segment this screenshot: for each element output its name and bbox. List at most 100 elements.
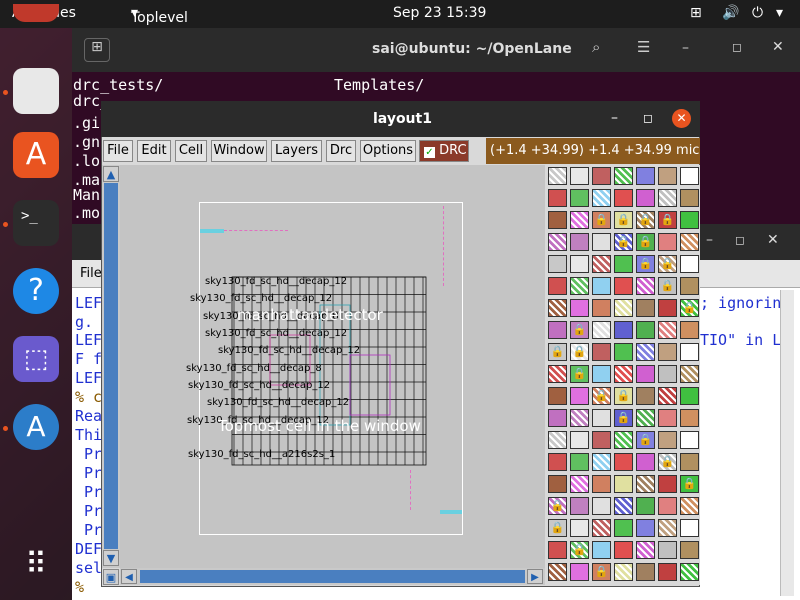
menu-cell[interactable]: Cell bbox=[175, 140, 207, 162]
layer-swatch[interactable] bbox=[680, 387, 699, 405]
layer-swatch[interactable] bbox=[680, 167, 699, 185]
locked-layer-swatch[interactable]: 🔒 bbox=[570, 343, 589, 361]
drc-toggle[interactable]: ✓ DRC bbox=[419, 140, 469, 162]
layer-swatch[interactable] bbox=[636, 189, 655, 207]
layer-swatch[interactable] bbox=[592, 189, 611, 207]
locked-layer-swatch[interactable]: 🔒 bbox=[548, 343, 567, 361]
layer-swatch[interactable] bbox=[570, 519, 589, 537]
layer-swatch[interactable] bbox=[548, 255, 567, 273]
layer-swatch[interactable] bbox=[680, 343, 699, 361]
layer-swatch[interactable] bbox=[614, 453, 633, 471]
search-icon[interactable]: ⌕ bbox=[592, 38, 620, 62]
layer-swatch[interactable] bbox=[614, 497, 633, 515]
layer-swatch[interactable] bbox=[548, 277, 567, 295]
layer-swatch[interactable] bbox=[592, 409, 611, 427]
locked-layer-swatch[interactable]: 🔒 bbox=[680, 299, 699, 317]
locked-layer-swatch[interactable]: 🔒 bbox=[658, 211, 677, 229]
locked-layer-swatch[interactable]: 🔒 bbox=[658, 453, 677, 471]
locked-layer-swatch[interactable]: 🔒 bbox=[636, 255, 655, 273]
layer-swatch[interactable] bbox=[592, 519, 611, 537]
new-tab-icon[interactable]: ⊞ bbox=[84, 38, 110, 62]
layer-swatch[interactable] bbox=[680, 453, 699, 471]
layer-swatch[interactable] bbox=[548, 387, 567, 405]
menu-edit[interactable]: Edit bbox=[137, 140, 171, 162]
locked-layer-swatch[interactable]: 🔒 bbox=[548, 519, 567, 537]
layer-swatch[interactable] bbox=[592, 277, 611, 295]
layer-swatch[interactable] bbox=[680, 519, 699, 537]
layer-swatch[interactable] bbox=[548, 453, 567, 471]
terminal-icon[interactable]: >_ bbox=[13, 200, 59, 246]
layer-swatch[interactable] bbox=[680, 277, 699, 295]
layer-swatch[interactable] bbox=[636, 475, 655, 493]
layer-swatch[interactable] bbox=[570, 189, 589, 207]
layer-swatch[interactable] bbox=[570, 563, 589, 581]
minimize-icon[interactable]: – bbox=[682, 40, 689, 56]
layer-swatch[interactable] bbox=[570, 387, 589, 405]
layer-swatch[interactable] bbox=[614, 167, 633, 185]
layer-swatch[interactable] bbox=[570, 497, 589, 515]
layer-swatch[interactable] bbox=[680, 255, 699, 273]
file-menu[interactable]: File bbox=[80, 266, 102, 281]
layer-swatch[interactable] bbox=[680, 321, 699, 339]
layer-swatch[interactable] bbox=[592, 453, 611, 471]
layer-swatch[interactable] bbox=[636, 519, 655, 537]
layer-swatch[interactable] bbox=[614, 189, 633, 207]
layer-swatch[interactable] bbox=[636, 343, 655, 361]
layer-swatch[interactable] bbox=[570, 277, 589, 295]
layer-swatch[interactable] bbox=[680, 563, 699, 581]
layer-swatch[interactable] bbox=[680, 541, 699, 559]
layer-swatch[interactable] bbox=[636, 277, 655, 295]
power-icon[interactable]: ⏻ bbox=[752, 5, 763, 21]
layer-swatch[interactable] bbox=[548, 431, 567, 449]
layer-swatch[interactable] bbox=[548, 409, 567, 427]
layer-swatch[interactable] bbox=[548, 167, 567, 185]
layer-swatch[interactable] bbox=[592, 233, 611, 251]
maximize-icon[interactable]: ◻ bbox=[735, 233, 745, 247]
layer-swatch[interactable] bbox=[548, 475, 567, 493]
layer-swatch[interactable] bbox=[636, 299, 655, 317]
network-icon[interactable]: ⊞ bbox=[690, 5, 702, 21]
layer-swatch[interactable] bbox=[548, 299, 567, 317]
menu-icon[interactable]: ☰ bbox=[637, 38, 665, 62]
layer-swatch[interactable] bbox=[570, 453, 589, 471]
layer-swatch[interactable] bbox=[658, 299, 677, 317]
layer-swatch[interactable] bbox=[680, 365, 699, 383]
layer-swatch[interactable] bbox=[614, 563, 633, 581]
locked-layer-swatch[interactable]: 🔒 bbox=[636, 431, 655, 449]
terminal-titlebar[interactable]: ⊞ sai@ubuntu: ~/OpenLane ⌕ ☰ – ◻ ✕ bbox=[72, 28, 800, 72]
locked-layer-swatch[interactable]: 🔒 bbox=[570, 321, 589, 339]
layer-swatch[interactable] bbox=[614, 365, 633, 383]
layer-swatch[interactable] bbox=[548, 189, 567, 207]
layer-swatch[interactable] bbox=[570, 409, 589, 427]
scroll-up-icon[interactable]: ▲ bbox=[103, 166, 119, 182]
layer-swatch[interactable] bbox=[658, 541, 677, 559]
layer-swatch[interactable] bbox=[636, 541, 655, 559]
layer-swatch[interactable] bbox=[592, 365, 611, 383]
layer-palette[interactable]: 🔒 🔒 🔒 🔒 🔒 🔒 🔒 🔒 🔒 🔒 🔒 🔒 🔒 🔒 🔒 🔒 🔒 🔒 🔒 🔒 🔒 🔒 🔒 🔒 bbox=[545, 165, 700, 585]
layer-swatch[interactable] bbox=[570, 475, 589, 493]
layer-swatch[interactable] bbox=[658, 409, 677, 427]
updater-icon[interactable]: A bbox=[13, 404, 59, 450]
layer-swatch[interactable] bbox=[658, 189, 677, 207]
layer-swatch[interactable] bbox=[658, 497, 677, 515]
show-apps-icon[interactable]: ⠿ bbox=[13, 542, 59, 588]
layer-swatch[interactable] bbox=[636, 453, 655, 471]
layer-swatch[interactable] bbox=[680, 233, 699, 251]
layer-swatch[interactable] bbox=[570, 431, 589, 449]
layer-swatch[interactable] bbox=[614, 431, 633, 449]
layer-swatch[interactable] bbox=[636, 409, 655, 427]
layer-swatch[interactable] bbox=[548, 365, 567, 383]
vertical-scroll-thumb[interactable] bbox=[104, 183, 118, 549]
locked-layer-swatch[interactable]: 🔒 bbox=[592, 563, 611, 581]
layer-swatch[interactable] bbox=[658, 321, 677, 339]
layer-swatch[interactable] bbox=[570, 233, 589, 251]
scroll-right-icon[interactable]: ▶ bbox=[527, 569, 543, 584]
system-menu-icon[interactable]: ▾ bbox=[776, 5, 783, 21]
locked-layer-swatch[interactable]: 🔒 bbox=[636, 233, 655, 251]
layout-titlebar[interactable]: layout1 – ◻ ✕ bbox=[101, 101, 700, 137]
layer-swatch[interactable] bbox=[548, 211, 567, 229]
locked-layer-swatch[interactable]: 🔒 bbox=[658, 255, 677, 273]
layer-swatch[interactable] bbox=[592, 343, 611, 361]
layer-swatch[interactable] bbox=[592, 321, 611, 339]
layer-swatch[interactable] bbox=[614, 299, 633, 317]
